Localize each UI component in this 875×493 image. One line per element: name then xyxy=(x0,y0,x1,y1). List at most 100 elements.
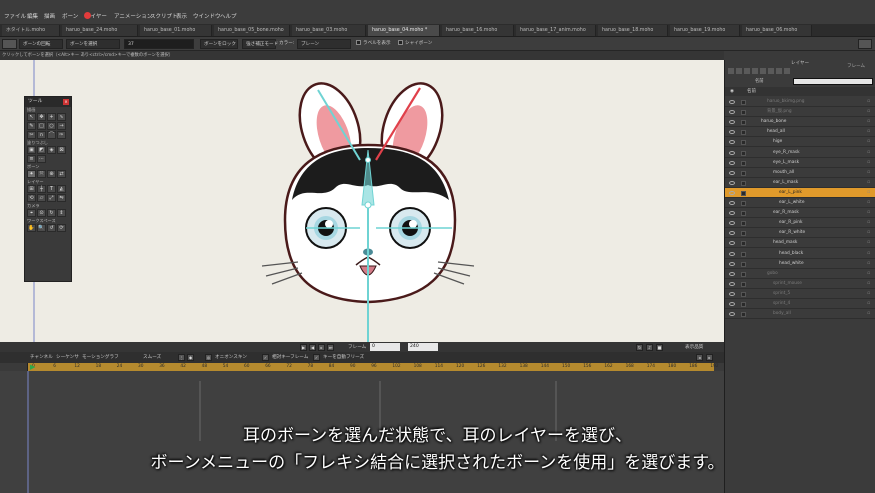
filter-icon[interactable] xyxy=(768,68,774,74)
menu-window[interactable]: ウインドウ xyxy=(193,12,221,20)
curvature-tool-icon[interactable]: ∿ xyxy=(57,113,66,121)
track-camera-tool-icon[interactable]: ⌖ xyxy=(27,209,36,217)
layer-checkbox[interactable] xyxy=(741,100,746,105)
layer-pin-icon[interactable]: ▫ xyxy=(867,249,870,259)
duplicate-layer-icon[interactable] xyxy=(736,68,742,74)
roll-camera-tool-icon[interactable]: ↻ xyxy=(47,209,56,217)
layer-row[interactable]: eye_R_mask ▫ xyxy=(725,148,875,158)
menu-script[interactable]: スクリプト xyxy=(150,12,178,20)
auto-freeze-checkbox[interactable]: ✓ xyxy=(313,354,320,361)
paint-bucket-tool-icon[interactable]: ◈ xyxy=(47,146,56,154)
eye-icon[interactable] xyxy=(729,170,735,175)
add-point-tool-icon[interactable]: + xyxy=(47,113,56,121)
tab-document[interactable]: haruo_base_01.moho xyxy=(140,25,212,36)
eye-icon[interactable] xyxy=(729,160,735,165)
rectangle-tool-icon[interactable]: □ xyxy=(37,122,46,130)
curve-profile-icon[interactable]: ⌒ xyxy=(47,131,56,139)
menu-edit[interactable]: 編集 xyxy=(27,12,38,20)
zoom-camera-tool-icon[interactable]: ⊙ xyxy=(37,209,46,217)
audio-icon[interactable]: ♪ xyxy=(646,344,653,351)
layer-row[interactable]: ear_L_pink ▫ xyxy=(725,187,875,198)
eye-icon[interactable] xyxy=(729,120,735,125)
layer-checkbox[interactable] xyxy=(741,312,746,318)
layer-row[interactable]: eye_L_mask ▫ xyxy=(725,158,875,168)
eye-icon[interactable] xyxy=(729,100,735,104)
eye-icon[interactable] xyxy=(729,150,735,155)
layer-checkbox[interactable] xyxy=(741,302,746,307)
next-key-icon[interactable]: ▸ xyxy=(706,354,713,361)
tab-document[interactable]: ホタイトル.moho xyxy=(2,25,60,36)
eye-icon[interactable] xyxy=(729,110,735,115)
layer-row[interactable]: head_all ▫ xyxy=(725,127,875,138)
layer-checkbox[interactable] xyxy=(741,110,746,116)
reparent-bone-tool-icon[interactable]: ⇄ xyxy=(57,170,66,178)
eye-icon[interactable] xyxy=(729,251,735,256)
menu-file[interactable]: ファイル xyxy=(4,12,26,20)
layer-checkbox[interactable] xyxy=(741,201,746,206)
playhead-icon[interactable]: ▶ xyxy=(30,363,35,371)
oval-tool-icon[interactable]: ○ xyxy=(47,122,56,130)
loop-icon[interactable]: ↻ xyxy=(636,344,643,351)
tool-icon[interactable] xyxy=(2,39,17,49)
layer-pin-icon[interactable]: ▫ xyxy=(867,269,870,279)
select-shape-tool-icon[interactable]: ▣ xyxy=(27,146,36,154)
eye-icon[interactable] xyxy=(729,140,735,145)
bone-transform-select[interactable]: ボーンの回転 xyxy=(19,39,63,49)
layer-row[interactable]: haruo_bone ▫ xyxy=(725,117,875,128)
strength-mode-button[interactable]: 強さ補正モード xyxy=(242,39,278,49)
eye-icon[interactable] xyxy=(729,211,735,216)
layer-checkbox[interactable] xyxy=(741,160,746,166)
layer-pin-icon[interactable]: ▫ xyxy=(867,178,870,188)
transform-layer-tool-icon[interactable]: ⊞ xyxy=(27,185,36,193)
eye-icon[interactable] xyxy=(729,291,735,296)
transform-bone-tool-icon[interactable]: ⤧ xyxy=(37,170,46,178)
rotate-layer-tool-icon[interactable]: ⟲ xyxy=(27,194,36,202)
bone-lock-button[interactable]: ボーンをロック xyxy=(200,39,238,49)
scale-layer-tool-icon[interactable]: ⤢ xyxy=(47,194,56,202)
zoom-workspace-tool-icon[interactable]: 🔍 xyxy=(37,224,46,232)
menu-help[interactable]: ヘルプ xyxy=(220,12,237,20)
menu-draw[interactable]: 描画 xyxy=(44,12,55,20)
tab-document[interactable]: haruo_base_18.moho xyxy=(598,25,668,36)
stop-icon[interactable]: ■ xyxy=(656,344,663,351)
eye-icon[interactable] xyxy=(729,302,735,306)
pen-tool-icon[interactable]: ✑ xyxy=(57,131,66,139)
color-dropdown[interactable]: ブレーン xyxy=(297,39,351,49)
layer-checkbox[interactable] xyxy=(741,130,746,136)
next-frame-icon[interactable]: ▸ xyxy=(318,344,325,351)
layer-pin-icon[interactable]: ▫ xyxy=(867,218,870,228)
eye-icon[interactable] xyxy=(729,231,735,236)
layer-checkbox[interactable] xyxy=(741,170,746,176)
add-bone-tool-icon[interactable]: ⊕ xyxy=(47,170,56,178)
tab-document[interactable]: haruo_base_19.moho xyxy=(670,25,740,36)
eye-icon[interactable] xyxy=(729,221,735,226)
tab-channels[interactable]: チャンネル xyxy=(30,354,53,360)
eye-icon[interactable] xyxy=(729,281,735,286)
layer-row[interactable]: head_black ▫ xyxy=(725,249,875,259)
layer-row[interactable]: gobo ▫ xyxy=(725,269,875,279)
new-layer-icon[interactable] xyxy=(728,68,734,74)
layer-pin-icon[interactable]: ▫ xyxy=(867,168,870,178)
layer-row[interactable]: hige ▫ xyxy=(725,137,875,148)
keyframe-icon[interactable]: ◆ xyxy=(187,354,194,361)
orbit-workspace-tool-icon[interactable]: ⟳ xyxy=(57,224,66,232)
eye-icon[interactable] xyxy=(729,190,735,195)
magnet-tool-icon[interactable]: ∩ xyxy=(37,131,46,139)
select-points-tool-icon[interactable]: ↖ xyxy=(27,113,36,121)
layer-row[interactable]: mouth_all ▫ xyxy=(725,168,875,178)
layer-pin-icon[interactable]: ▫ xyxy=(867,228,870,238)
menu-bone[interactable]: ボーン xyxy=(62,12,78,20)
layer-pin-icon[interactable]: ▫ xyxy=(867,127,870,137)
close-icon[interactable]: × xyxy=(63,99,69,105)
layer-checkbox[interactable] xyxy=(741,241,746,247)
bone-select-dropdown[interactable]: ボーンを選択 xyxy=(66,39,120,49)
transform-points-tool-icon[interactable]: ✥ xyxy=(37,113,46,121)
layer-search-input[interactable] xyxy=(793,78,873,85)
layer-checkbox[interactable] xyxy=(741,180,746,186)
layer-row[interactable]: sprint_mouse ▫ xyxy=(725,279,875,289)
layer-row[interactable]: haruo_bkimg.png ▫ xyxy=(725,97,875,107)
layer-checkbox[interactable] xyxy=(741,211,746,217)
shy-bones-checkbox[interactable]: シャイボーン xyxy=(398,39,432,49)
relative-keyframe-checkbox[interactable]: ✓ xyxy=(262,354,269,361)
eye-icon[interactable] xyxy=(729,241,735,246)
